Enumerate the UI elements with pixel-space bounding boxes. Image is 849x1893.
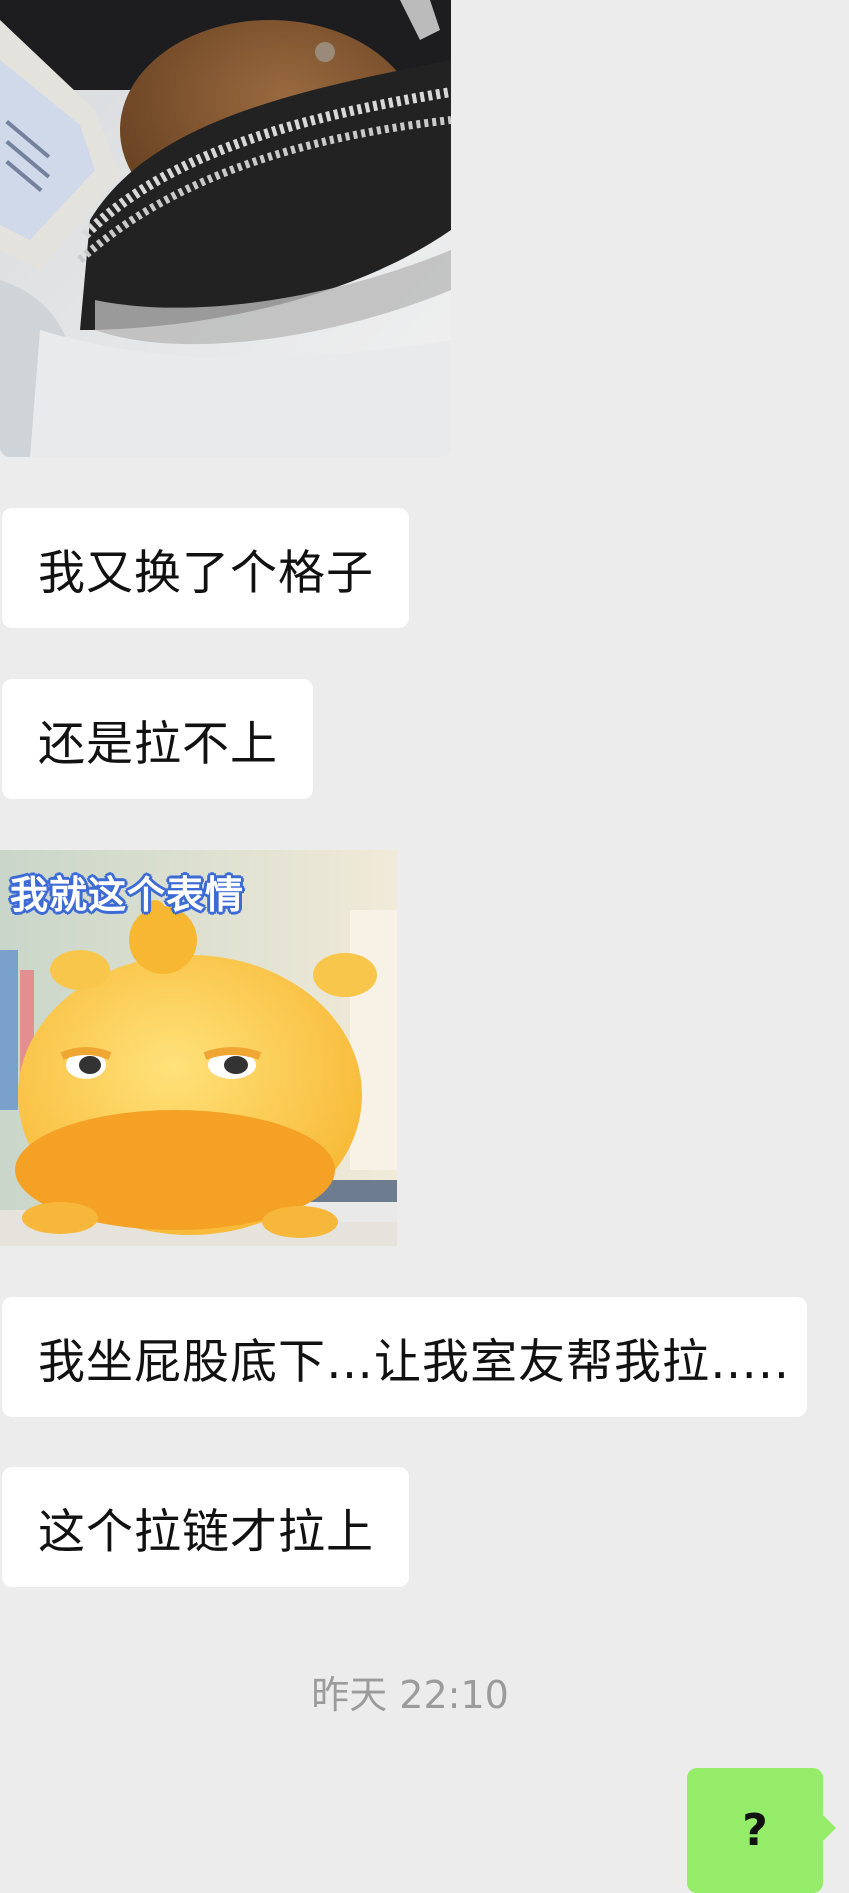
sticker-caption: 我就这个表情 bbox=[10, 873, 245, 917]
zipper-pouch-photo bbox=[0, 0, 451, 457]
message-text: 我坐屁股底下…让我室友帮我拉….. bbox=[38, 1334, 790, 1390]
message-bubble[interactable]: 我又换了个格子 bbox=[2, 508, 409, 628]
bubble-tail bbox=[822, 1814, 836, 1842]
sticker-message[interactable]: 我就这个表情 bbox=[0, 850, 397, 1246]
chat-window: 我又换了个格子 还是拉不上 我就这个表情 我坐屁股底下…让我室友帮我拉….. 这… bbox=[0, 0, 849, 1893]
message-timestamp: 昨天 22:10 bbox=[311, 1673, 509, 1717]
photo-message[interactable] bbox=[0, 0, 451, 457]
message-text: 还是拉不上 bbox=[38, 716, 278, 772]
message-text: 这个拉链才拉上 bbox=[38, 1504, 374, 1560]
message-text: ? bbox=[742, 1805, 768, 1856]
message-bubble[interactable]: 这个拉链才拉上 bbox=[2, 1467, 409, 1587]
message-text: 我又换了个格子 bbox=[38, 545, 374, 601]
outgoing-message-bubble[interactable]: ? bbox=[687, 1768, 823, 1893]
message-bubble[interactable]: 还是拉不上 bbox=[2, 679, 313, 799]
message-bubble[interactable]: 我坐屁股底下…让我室友帮我拉….. bbox=[2, 1297, 807, 1417]
